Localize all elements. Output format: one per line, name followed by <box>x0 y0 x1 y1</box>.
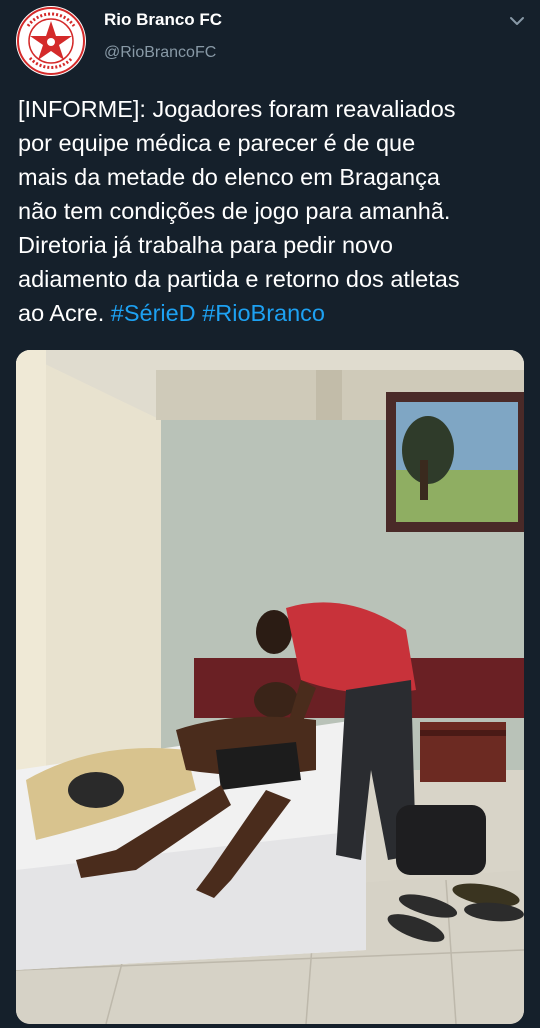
tweet-text: [INFORME]: Jogadores foram reavaliados p… <box>18 92 534 330</box>
account-handle[interactable]: @RioBrancoFC <box>104 44 216 62</box>
club-crest-icon <box>17 7 85 75</box>
tweet-header: Rio Branco FC @RioBrancoFC <box>0 0 540 80</box>
hashtag-serie-d[interactable]: #SérieD <box>111 300 196 326</box>
chevron-down-icon <box>510 17 524 25</box>
tweet-menu-button[interactable] <box>504 8 530 34</box>
account-name[interactable]: Rio Branco FC <box>104 10 222 30</box>
tweet-body: [INFORME]: Jogadores foram reavaliados p… <box>18 96 460 326</box>
hashtag-rio-branco[interactable]: #RioBranco <box>202 300 325 326</box>
tweet-photo[interactable] <box>16 350 524 1024</box>
avatar[interactable] <box>16 6 86 76</box>
photo-icon <box>16 350 524 1024</box>
